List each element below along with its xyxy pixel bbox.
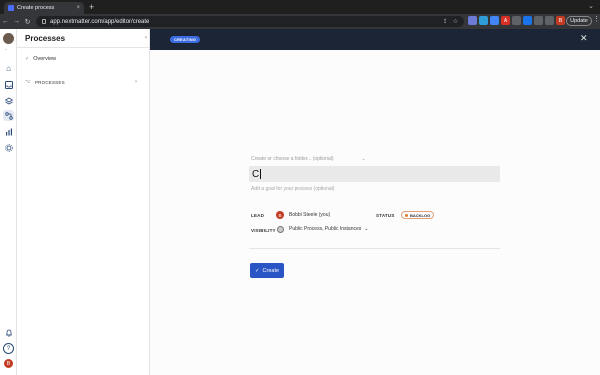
extension-icon[interactable] [523,16,532,25]
chevron-right-icon[interactable]: › [135,79,137,85]
integrations-icon[interactable] [3,142,14,153]
reload-icon[interactable]: ↻ [22,18,33,26]
chevron-down-icon: ⌄ [361,156,366,162]
new-tab-button[interactable]: + [89,2,94,12]
address-bar[interactable]: app.nextmatter.com/app/editor/create ⇪ ☆ [36,16,464,27]
share-icon[interactable]: ⇪ [443,18,448,25]
overview-icon: ✓ [25,56,30,62]
layers-icon[interactable] [3,95,14,106]
back-icon[interactable]: ← [0,18,11,25]
folder-placeholder: Create or choose a folder... (optional) [251,156,334,162]
tab-title: Create process [17,5,55,11]
update-button[interactable]: Update [566,16,592,26]
panel-title: Processes [25,34,66,43]
analytics-icon[interactable] [3,126,14,137]
favicon-icon [8,5,14,11]
workspace-avatar[interactable] [3,33,14,44]
folder-select[interactable]: Create or choose a folder... (optional) … [251,156,366,162]
browser-tab[interactable]: Create process × [4,2,84,14]
status-select[interactable]: BACKLOG [401,211,435,219]
visibility-select[interactable]: Public Process, Public Instances ⌄ [289,226,368,232]
process-title-input[interactable]: C [249,166,500,182]
globe-icon [277,226,284,233]
extension-icon[interactable] [534,16,543,25]
close-icon[interactable]: ✕ [580,33,588,44]
extension-icon[interactable] [545,16,554,25]
check-icon: ✓ [254,267,260,274]
create-button[interactable]: ✓ Create [250,263,284,278]
title-value: C [252,168,260,180]
sidebar-item-label: Overview [33,56,57,62]
goal-input[interactable]: Add a goal for your process (optional) [251,186,334,192]
visibility-value: Public Process, Public Instances [289,226,362,232]
status-dot-icon [405,213,408,217]
lead-avatar[interactable]: B [276,211,284,219]
sidebar-item-label: PROCESSES [34,79,65,85]
extension-icon[interactable] [468,16,477,25]
collapse-panel-icon[interactable]: ‹ [145,35,147,41]
forward-icon[interactable]: → [11,18,22,25]
extension-icon[interactable] [479,16,488,25]
processes-group-icon: ⌥ [25,79,31,85]
lock-icon [42,19,46,24]
text-caret [260,169,262,179]
browser-menu-icon[interactable]: ⋮ [593,15,600,23]
user-avatar[interactable]: B [4,359,13,368]
panel-divider [17,47,150,48]
status-badge: CREATING [170,36,201,43]
lead-label: LEAD [251,213,265,218]
tab-search-icon[interactable]: ⌄ [588,2,594,10]
editor-canvas [150,50,600,375]
processes-icon[interactable] [3,110,14,121]
editor-header [150,29,600,50]
tab-close-icon[interactable]: × [76,5,80,11]
sidebar-item-overview[interactable]: ✓ Overview [25,56,56,62]
status-value: BACKLOG [410,212,431,218]
help-icon[interactable]: ? [3,343,14,354]
visibility-label: VISIBILITY [251,228,276,233]
bell-icon[interactable] [3,327,14,338]
url-text: app.nextmatter.com/app/editor/create [50,18,150,25]
avatar-chevron-icon[interactable]: ⌄ [4,46,7,51]
extension-icon[interactable]: A [501,16,510,25]
chevron-down-icon: ⌄ [364,226,369,232]
extension-icon[interactable]: B [556,16,565,25]
create-button-label: Create [262,267,280,274]
sidebar-item-processes[interactable]: ⌥ PROCESSES [25,79,65,85]
form-divider [249,248,500,249]
status-label: STATUS [376,213,395,218]
home-icon[interactable]: ⌂ [3,63,14,74]
extension-icon[interactable] [512,16,521,25]
inbox-icon[interactable] [3,79,14,90]
lead-name[interactable]: Bobbi Steele (you) [289,212,330,218]
extension-icon[interactable] [490,16,499,25]
bookmark-star-icon[interactable]: ☆ [453,18,458,25]
